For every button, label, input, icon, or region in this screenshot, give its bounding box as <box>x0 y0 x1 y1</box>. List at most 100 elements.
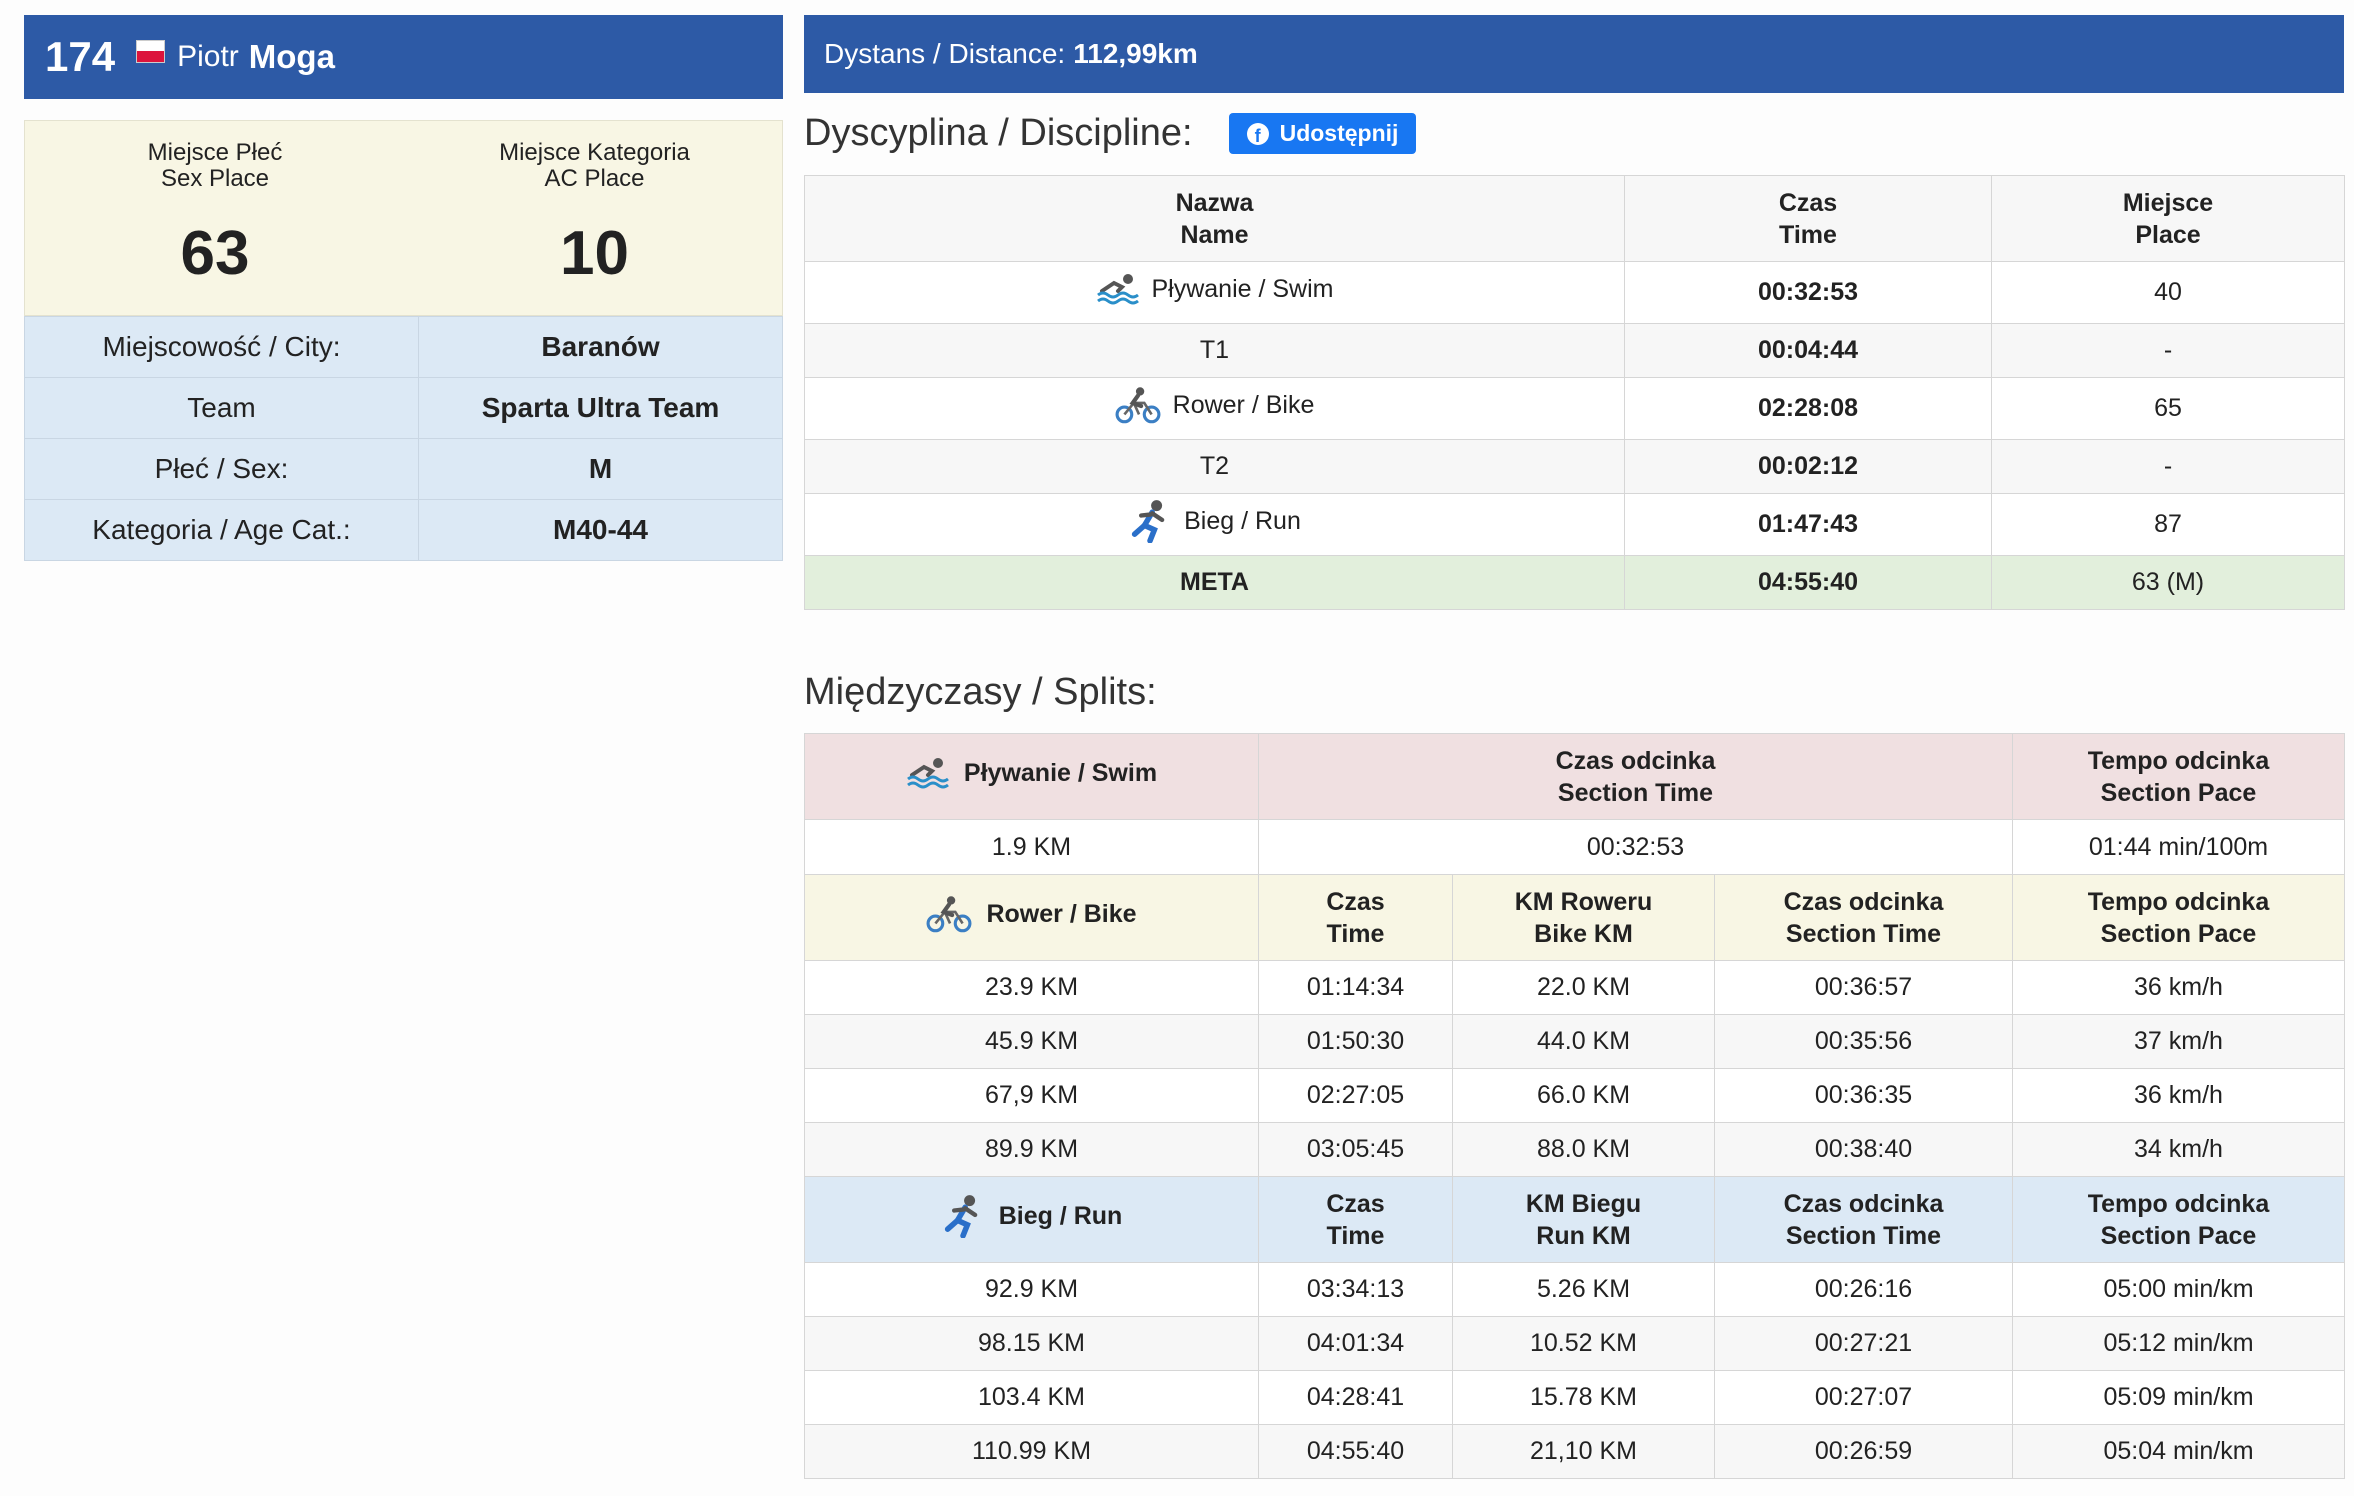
info-key: Miejscowość / City: <box>24 316 419 378</box>
split-row: 98.15 KM 04:01:34 10.52 KM 00:27:21 05:1… <box>804 1316 2345 1371</box>
discipline-time: 01:47:43 <box>1624 493 1992 556</box>
athlete-header: 174 Piotr Moga <box>24 15 783 99</box>
split-seg-km: 22.0 KM <box>1452 960 1715 1015</box>
split-section-time: 00:32:53 <box>1258 819 2013 875</box>
split-row: 89.9 KM 03:05:45 88.0 KM 00:38:40 34 km/… <box>804 1122 2345 1177</box>
discipline-title: Dyscyplina / Discipline: <box>804 112 1193 154</box>
split-pace: 05:00 min/km <box>2012 1262 2345 1317</box>
splits-title: Międzyczasy / Splits: <box>804 671 1157 713</box>
split-row: 110.99 KM 04:55:40 21,10 KM 00:26:59 05:… <box>804 1424 2345 1479</box>
athlete-first-name: Piotr <box>177 40 239 73</box>
info-key: Team <box>24 377 419 439</box>
poland-flag-icon <box>136 39 166 63</box>
discipline-name: Rower / Bike <box>1172 390 1315 419</box>
discipline-row-finish: META 04:55:40 63 (M) <box>804 555 2345 610</box>
category-place-label-en: AC Place <box>544 165 645 192</box>
discipline-name: T1 <box>804 323 1625 378</box>
facebook-icon: f <box>1246 122 1269 145</box>
split-time: 01:14:34 <box>1258 960 1453 1015</box>
discipline-row-run: Bieg / Run 01:47:43 87 <box>804 493 2345 556</box>
split-km: 1.9 KM <box>804 819 1259 875</box>
col-header-name: Nazwa Name <box>804 175 1625 262</box>
discipline-name: T2 <box>804 439 1625 494</box>
col-header-section-time: Czas odcinka Section Time <box>1714 874 2013 961</box>
split-section-time: 00:26:59 <box>1714 1424 2013 1479</box>
discipline-place: - <box>1991 439 2345 494</box>
place-summary: Miejsce Płeć Sex Place 63 Miejsce Kategor… <box>24 120 783 316</box>
col-header-time: Czas Time <box>1258 1176 1453 1263</box>
split-seg-km: 88.0 KM <box>1452 1122 1715 1177</box>
info-row-sex: Płeć / Sex: M <box>24 438 783 500</box>
info-row-category: Kategoria / Age Cat.: M40-44 <box>24 499 783 561</box>
bike-header-row: Rower / Bike Czas Time KM Roweru Bike KM C… <box>804 874 2345 961</box>
info-value: Sparta Ultra Team <box>418 377 783 439</box>
bike-icon <box>1115 386 1161 424</box>
split-km: 98.15 KM <box>804 1316 1259 1371</box>
sex-place: Miejsce Płeć Sex Place 63 <box>25 121 405 317</box>
discipline-row-bike: Rower / Bike 02:28:08 65 <box>804 377 2345 440</box>
discipline-time: 00:04:44 <box>1624 323 1992 378</box>
finish-place: 63 (M) <box>1991 555 2345 610</box>
split-row: 67,9 KM 02:27:05 66.0 KM 00:36:35 36 km/… <box>804 1068 2345 1123</box>
split-row: 92.9 KM 03:34:13 5.26 KM 00:26:16 05:00 … <box>804 1262 2345 1317</box>
split-pace: 34 km/h <box>2012 1122 2345 1177</box>
split-pace: 01:44 min/100m <box>2012 819 2345 875</box>
sex-place-label-en: Sex Place <box>160 165 270 192</box>
col-header-section-pace: Tempo odcinka Section Pace <box>2012 874 2345 961</box>
split-time: 01:50:30 <box>1258 1014 1453 1069</box>
facebook-share-button[interactable]: f Udostępnij <box>1229 113 1416 154</box>
swim-label: Pływanie / Swim <box>963 758 1158 787</box>
run-icon <box>1128 499 1172 543</box>
split-row: 23.9 KM 01:14:34 22.0 KM 00:36:57 36 km/… <box>804 960 2345 1015</box>
split-time: 02:27:05 <box>1258 1068 1453 1123</box>
run-label: Bieg / Run <box>998 1201 1123 1230</box>
split-section-time: 00:36:35 <box>1714 1068 2013 1123</box>
split-seg-km: 10.52 KM <box>1452 1316 1715 1371</box>
split-seg-km: 66.0 KM <box>1452 1068 1715 1123</box>
split-seg-km: 5.26 KM <box>1452 1262 1715 1317</box>
split-section-time: 00:26:16 <box>1714 1262 2013 1317</box>
split-time: 04:01:34 <box>1258 1316 1453 1371</box>
col-header-bike-km: KM Roweru Bike KM <box>1452 874 1715 961</box>
share-button-label: Udostępnij <box>1279 120 1399 146</box>
split-row: 1.9 KM 00:32:53 01:44 min/100m <box>804 819 2345 875</box>
info-value: Baranów <box>418 316 783 378</box>
discipline-place: - <box>1991 323 2345 378</box>
split-time: 04:28:41 <box>1258 1370 1453 1425</box>
discipline-header-row: Nazwa Name Czas Time Miejsce Place <box>804 175 2345 262</box>
split-km: 23.9 KM <box>804 960 1259 1015</box>
split-km: 89.9 KM <box>804 1122 1259 1177</box>
discipline-table: Nazwa Name Czas Time Miejsce Place Pływanie… <box>804 175 2345 610</box>
split-pace: 05:09 min/km <box>2012 1370 2345 1425</box>
split-section-time: 00:27:07 <box>1714 1370 2013 1425</box>
splits-table: Pływanie / Swim Czas odcinka Section Time… <box>804 733 2345 1479</box>
distance-value: 112,99km <box>1073 38 1198 69</box>
run-header-row: Bieg / Run Czas Time KM Biegu Run KM Czas … <box>804 1176 2345 1263</box>
split-seg-km: 21,10 KM <box>1452 1424 1715 1479</box>
split-km: 103.4 KM <box>804 1370 1259 1425</box>
discipline-row-t2: T2 00:02:12 - <box>804 439 2345 494</box>
split-section-time: 00:35:56 <box>1714 1014 2013 1069</box>
split-pace: 05:04 min/km <box>2012 1424 2345 1479</box>
split-section-time: 00:36:57 <box>1714 960 2013 1015</box>
info-value: M <box>418 438 783 500</box>
sex-place-value: 63 <box>180 219 250 288</box>
distance-label: Dystans / Distance: <box>824 38 1066 69</box>
split-km: 45.9 KM <box>804 1014 1259 1069</box>
discipline-time: 00:02:12 <box>1624 439 1992 494</box>
info-key: Kategoria / Age Cat.: <box>24 499 419 561</box>
discipline-time: 02:28:08 <box>1624 377 1992 440</box>
col-header-time: Czas Time <box>1624 175 1992 262</box>
discipline-name: Bieg / Run <box>1184 506 1301 535</box>
discipline-row-t1: T1 00:04:44 - <box>804 323 2345 378</box>
col-header-run-km: KM Biegu Run KM <box>1452 1176 1715 1263</box>
swim-icon <box>1096 271 1140 307</box>
discipline-place: 40 <box>1991 261 2345 324</box>
split-km: 110.99 KM <box>804 1424 1259 1479</box>
finish-label: META <box>804 555 1625 610</box>
discipline-time: 00:32:53 <box>1624 261 1992 324</box>
info-row-city: Miejscowość / City: Baranów <box>24 316 783 378</box>
info-key: Płeć / Sex: <box>24 438 419 500</box>
col-header-time: Czas Time <box>1258 874 1453 961</box>
run-icon <box>941 1194 985 1238</box>
